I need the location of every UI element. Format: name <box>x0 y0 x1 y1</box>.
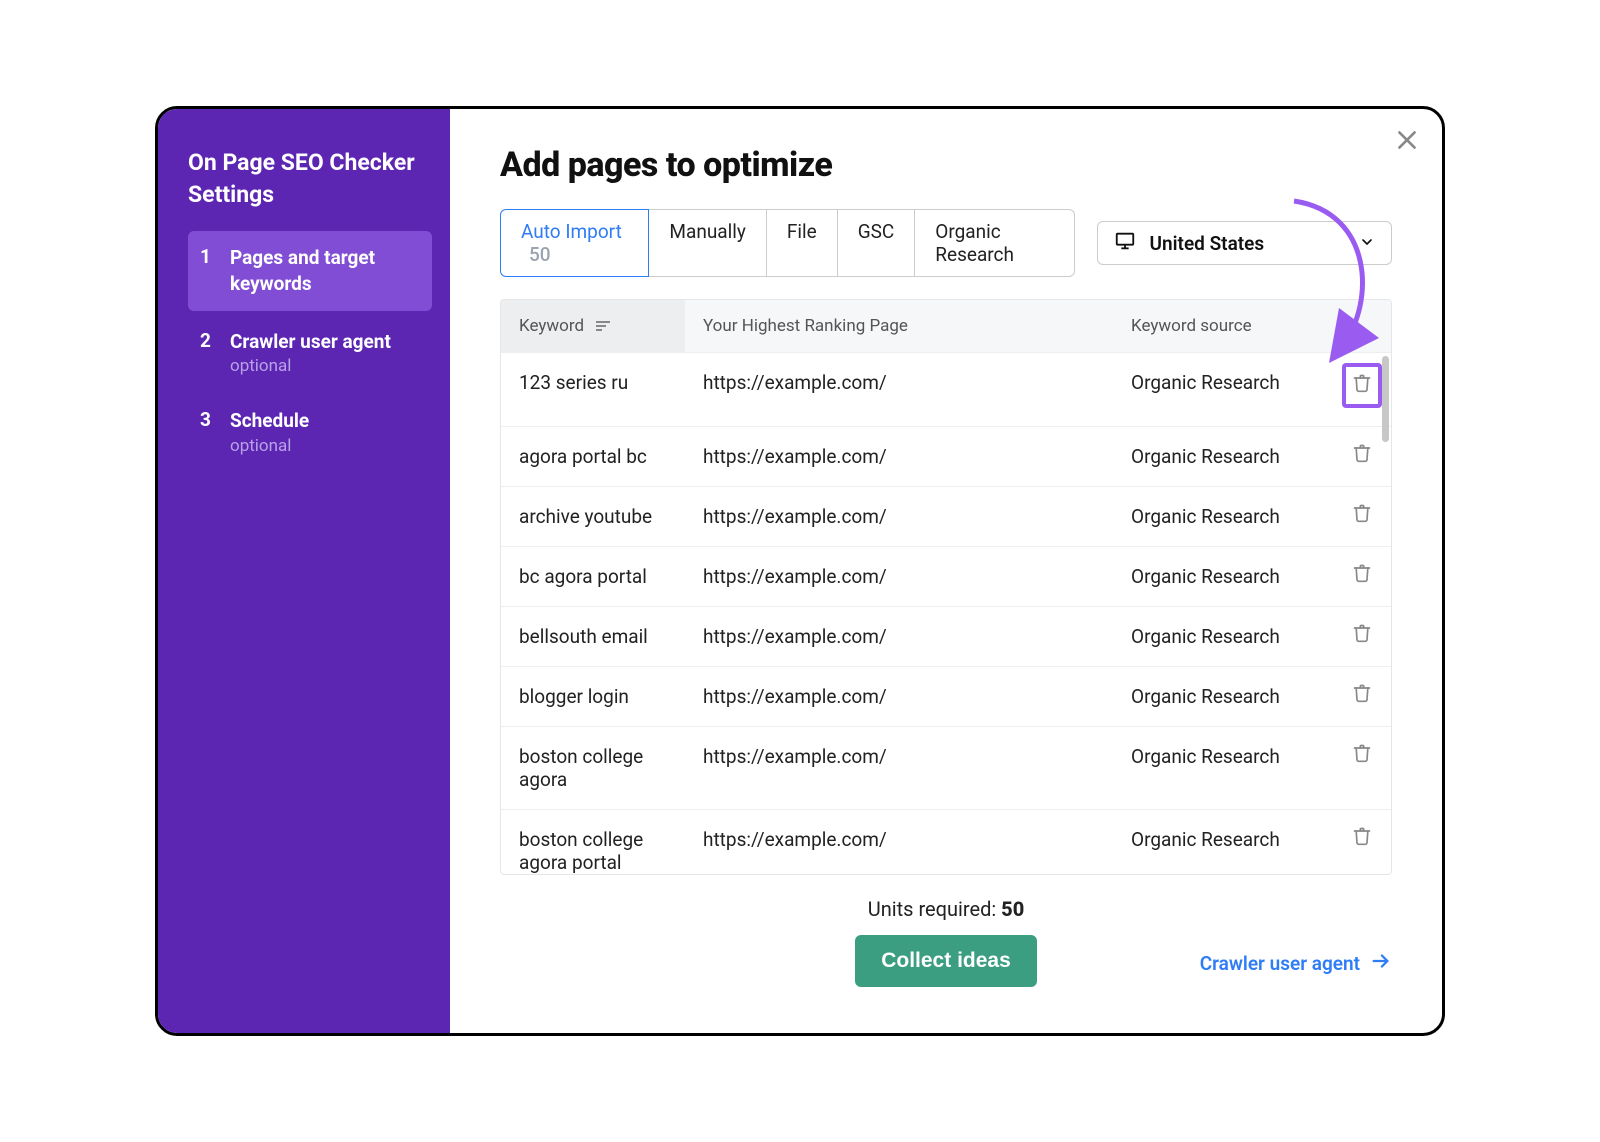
cell-keyword: bc agora portal <box>501 547 685 606</box>
delete-row-button[interactable] <box>1333 810 1391 869</box>
cell-keyword: blogger login <box>501 667 685 726</box>
cell-source: Organic Research <box>1113 487 1333 546</box>
trash-icon <box>1342 363 1382 408</box>
close-icon[interactable] <box>1394 127 1420 157</box>
cell-source: Organic Research <box>1113 607 1333 666</box>
tab-count: 50 <box>529 243 551 266</box>
sidebar-title: On Page SEO Checker Settings <box>188 147 432 211</box>
trash-icon <box>1352 443 1372 468</box>
delete-row-button[interactable] <box>1333 667 1391 726</box>
units-required: Units required: 50 <box>500 897 1392 921</box>
cell-keyword: boston college agora portal <box>501 810 685 874</box>
cell-page: https://example.com/ <box>685 667 1113 726</box>
trash-icon <box>1352 743 1372 768</box>
cell-page: https://example.com/ <box>685 547 1113 606</box>
cell-keyword: agora portal bc <box>501 427 685 486</box>
table-row: boston college agora portalhttps://examp… <box>501 809 1391 874</box>
cell-page: https://example.com/ <box>685 427 1113 486</box>
cell-source: Organic Research <box>1113 810 1333 869</box>
cell-source: Organic Research <box>1113 667 1333 726</box>
col-source[interactable]: Keyword source <box>1113 300 1333 352</box>
cell-page: https://example.com/ <box>685 810 1113 869</box>
page-title: Add pages to optimize <box>500 145 1392 185</box>
table-row: 123 series ruhttps://example.com/Organic… <box>501 352 1391 426</box>
cell-keyword: boston college agora <box>501 727 685 809</box>
cell-source: Organic Research <box>1113 727 1333 786</box>
trash-icon <box>1352 683 1372 708</box>
step-label: Crawler user agent <box>230 329 420 355</box>
table-row: blogger loginhttps://example.com/Organic… <box>501 666 1391 726</box>
arrow-right-icon <box>1370 950 1392 977</box>
cell-keyword: archive youtube <box>501 487 685 546</box>
tab-file[interactable]: File <box>766 209 838 277</box>
scrollbar[interactable] <box>1382 356 1389 442</box>
tab-auto-import[interactable]: Auto Import 50 <box>500 209 649 277</box>
cell-page: https://example.com/ <box>685 487 1113 546</box>
table-row: bellsouth emailhttps://example.com/Organ… <box>501 606 1391 666</box>
country-label: United States <box>1150 232 1265 255</box>
step-optional: optional <box>230 356 420 376</box>
table-body: 123 series ruhttps://example.com/Organic… <box>501 352 1391 874</box>
country-select[interactable]: United States <box>1097 221 1392 265</box>
trash-icon <box>1352 503 1372 528</box>
cell-source: Organic Research <box>1113 547 1333 606</box>
modal-frame: On Page SEO Checker Settings 1 Pages and… <box>155 106 1445 1036</box>
footer: Units required: 50 Collect ideas Crawler… <box>500 875 1392 987</box>
crawler-link-label: Crawler user agent <box>1200 952 1360 975</box>
units-value: 50 <box>1001 897 1024 921</box>
tab-label: Auto Import <box>521 220 622 243</box>
desktop-icon <box>1114 230 1136 257</box>
step-crawler-agent[interactable]: 2 Crawler user agent optional <box>188 315 432 391</box>
step-number: 3 <box>200 408 212 431</box>
keywords-table: Keyword Your Highest Ranking Page Keywor… <box>500 299 1392 875</box>
cell-keyword: 123 series ru <box>501 353 685 412</box>
table-header: Keyword Your Highest Ranking Page Keywor… <box>501 300 1391 352</box>
cell-page: https://example.com/ <box>685 607 1113 666</box>
cell-page: https://example.com/ <box>685 353 1113 412</box>
table-row: boston college agorahttps://example.com/… <box>501 726 1391 809</box>
trash-icon <box>1352 563 1372 588</box>
step-optional: optional <box>230 436 420 456</box>
table-row: bc agora portalhttps://example.com/Organ… <box>501 546 1391 606</box>
step-number: 1 <box>200 245 212 268</box>
cell-source: Organic Research <box>1113 353 1333 412</box>
col-actions <box>1333 300 1391 352</box>
step-label: Schedule <box>230 408 420 434</box>
cell-source: Organic Research <box>1113 427 1333 486</box>
cell-page: https://example.com/ <box>685 727 1113 786</box>
settings-sidebar: On Page SEO Checker Settings 1 Pages and… <box>158 109 450 1033</box>
tab-manually[interactable]: Manually <box>648 209 766 277</box>
tab-gsc[interactable]: GSC <box>837 209 916 277</box>
delete-row-button[interactable] <box>1333 547 1391 606</box>
step-label: Pages and target keywords <box>230 245 420 296</box>
crawler-user-agent-link[interactable]: Crawler user agent <box>1200 950 1392 977</box>
cell-keyword: bellsouth email <box>501 607 685 666</box>
trash-icon <box>1352 826 1372 851</box>
delete-row-button[interactable] <box>1333 607 1391 666</box>
col-keyword-label: Keyword <box>519 316 584 336</box>
sort-icon <box>596 321 610 331</box>
delete-row-button[interactable] <box>1333 487 1391 546</box>
main-panel: Add pages to optimize Auto Import 50 Man… <box>450 109 1442 1033</box>
step-schedule[interactable]: 3 Schedule optional <box>188 394 432 470</box>
col-page[interactable]: Your Highest Ranking Page <box>685 300 1113 352</box>
delete-row-button[interactable] <box>1333 727 1391 786</box>
toolbar: Auto Import 50 Manually File GSC Organic… <box>500 209 1392 277</box>
table-row: agora portal bchttps://example.com/Organ… <box>501 426 1391 486</box>
tab-organic-research[interactable]: Organic Research <box>914 209 1074 277</box>
step-pages-keywords[interactable]: 1 Pages and target keywords <box>188 231 432 310</box>
units-label: Units required: <box>868 897 1001 921</box>
step-number: 2 <box>200 329 212 352</box>
col-keyword[interactable]: Keyword <box>501 300 685 352</box>
collect-ideas-button[interactable]: Collect ideas <box>855 935 1037 987</box>
chevron-down-icon <box>1359 232 1375 255</box>
table-row: archive youtubehttps://example.com/Organ… <box>501 486 1391 546</box>
import-tabs: Auto Import 50 Manually File GSC Organic… <box>500 209 1075 277</box>
trash-icon <box>1352 623 1372 648</box>
